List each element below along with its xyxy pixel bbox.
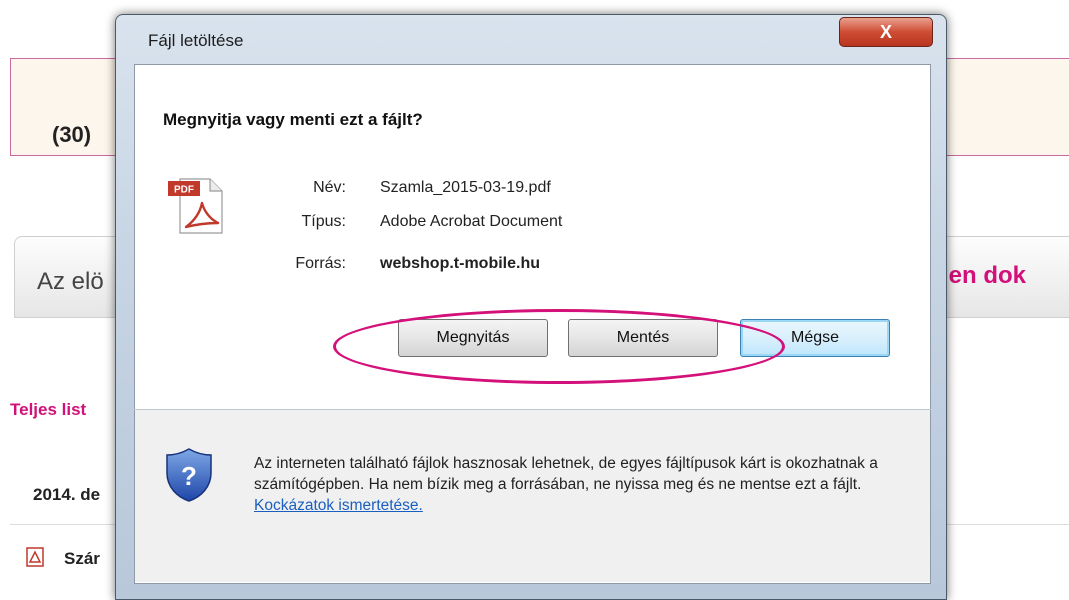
close-button[interactable]: X xyxy=(839,17,933,47)
svg-text:?: ? xyxy=(181,461,197,491)
full-list-link[interactable]: Teljes list xyxy=(10,400,86,420)
type-label: Típus: xyxy=(301,213,346,230)
pdf-file-icon: PDF xyxy=(168,178,223,234)
date-heading: 2014. de xyxy=(33,485,101,504)
security-shield-icon: ? xyxy=(166,448,212,502)
name-label: Név: xyxy=(313,179,346,196)
cancel-button[interactable]: Mégse xyxy=(740,319,890,357)
open-button[interactable]: Megnyitás xyxy=(398,319,548,357)
warning-text: Az interneten található fájlok hasznosak… xyxy=(254,453,894,516)
save-button[interactable]: Mentés xyxy=(568,319,718,357)
tab-right-label[interactable]: den dok xyxy=(934,262,1026,290)
tab-left-label[interactable]: Az elö xyxy=(37,268,104,296)
source-value: webshop.t-mobile.hu xyxy=(380,255,540,272)
risks-link[interactable]: Kockázatok ismertetése. xyxy=(254,497,423,514)
close-icon: X xyxy=(879,21,892,42)
name-value: Szamla_2015-03-19.pdf xyxy=(380,179,551,196)
pdf-icon[interactable] xyxy=(26,547,44,567)
dialog-question: Megnyitja vagy menti ezt a fájlt? xyxy=(163,110,423,129)
warning-message: Az interneten található fájlok hasznosak… xyxy=(254,455,878,493)
invoice-list-item[interactable]: Szár xyxy=(64,549,100,569)
result-count: (30) xyxy=(52,122,92,147)
type-value: Adobe Acrobat Document xyxy=(380,213,563,230)
source-label: Forrás: xyxy=(295,255,346,272)
dialog-title: Fájl letöltése xyxy=(148,31,244,50)
pdf-badge: PDF xyxy=(174,185,194,196)
